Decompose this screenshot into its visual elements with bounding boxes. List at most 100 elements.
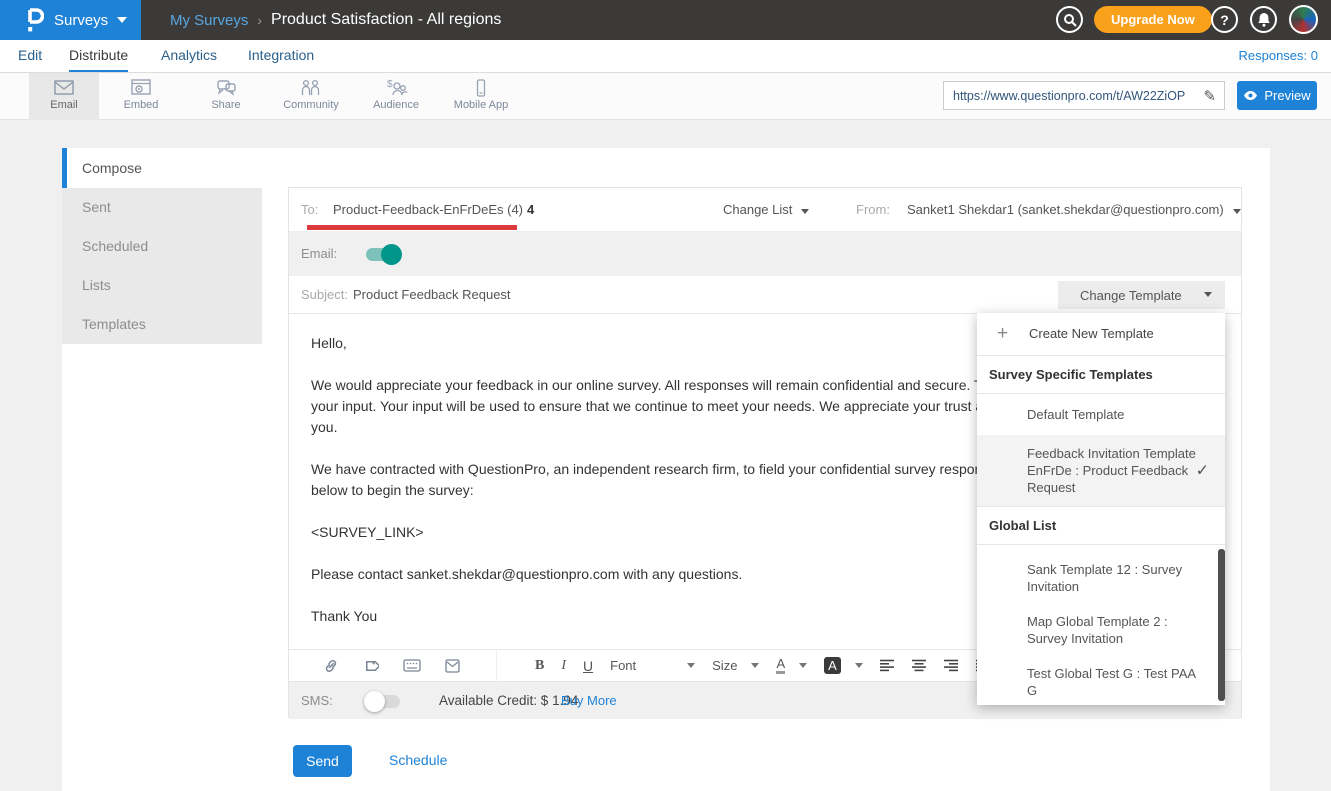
bell-icon [1257,12,1271,27]
channel-label: Audience [373,99,419,111]
sidebar-item-compose[interactable]: Compose [62,148,262,188]
template-item-selected[interactable]: Feedback Invitation Template EnFrDe : Pr… [977,435,1225,506]
preview-button[interactable]: Preview [1237,81,1317,110]
channel-email[interactable]: Email [29,73,99,120]
global-template-list: Sank Template 12 : Survey Invitation Map… [977,545,1225,705]
font-family-dropdown[interactable]: Font [610,658,695,673]
keyboard-icon[interactable] [403,659,421,672]
upgrade-now-button[interactable]: Upgrade Now [1094,6,1212,33]
check-icon: ✓ [1196,462,1209,479]
chevron-down-icon [687,663,695,668]
sms-label: SMS: [301,682,333,720]
svg-text:$: $ [387,79,393,90]
text-color-icon: A [776,657,785,674]
create-new-template-label: Create New Template [1029,313,1154,355]
chevron-down-icon [117,17,127,23]
tab-analytics[interactable]: Analytics [161,40,217,72]
font-size-dropdown[interactable]: Size [712,658,759,673]
survey-tab-bar: Edit Distribute Analytics Integration Re… [0,40,1331,73]
channel-label: Community [283,99,339,111]
chevron-down-icon [1204,292,1212,297]
top-bar: Surveys My Surveys › Product Satisfactio… [0,0,1331,40]
send-button[interactable]: Send [293,745,352,777]
channel-embed[interactable]: Embed [101,73,181,120]
chevron-down-icon [1233,209,1241,214]
background-color-dropdown[interactable]: A [824,657,863,674]
dropdown-scrollbar[interactable] [1218,549,1225,701]
change-template-dropdown: + Create New Template Survey Specific Te… [977,313,1225,705]
recipient-count: 4 [527,202,534,217]
global-list-header: Global List [977,507,1225,544]
change-template-button[interactable]: Change Template [1058,281,1225,309]
insert-tag-icon[interactable] [363,658,379,674]
recipients-row: To: Product-Feedback-EnFrDeEs (4)4 Chang… [289,188,1241,232]
survey-url-box: ✎ [943,81,1225,110]
channel-toolbar: Email Embed Share [0,73,1331,120]
responses-count[interactable]: Responses: 0 [1239,40,1319,72]
email-toggle[interactable] [366,248,400,261]
tab-edit[interactable]: Edit [18,40,42,72]
survey-specific-templates-header: Survey Specific Templates [977,356,1225,393]
email-icon [53,79,75,97]
buy-more-link[interactable]: Buy More [561,682,617,720]
align-left-icon[interactable] [880,659,895,672]
eye-icon [1243,90,1258,101]
background-color-icon: A [824,657,841,674]
avatar[interactable] [1289,5,1318,34]
align-right-icon[interactable] [944,659,959,672]
help-icon: ? [1220,12,1229,28]
insert-email-icon[interactable] [445,659,460,673]
text-color-dropdown[interactable]: A [776,657,807,674]
channel-community[interactable]: Community [271,73,351,120]
available-credit: Available Credit: $ 1.94 [439,682,578,720]
create-new-template-item[interactable]: + Create New Template [977,313,1225,355]
toggle-knob [364,691,385,712]
sidebar-item-scheduled[interactable]: Scheduled [62,227,262,266]
underline-button[interactable]: U [583,658,593,674]
change-list-button[interactable]: Change List [723,188,809,232]
toggle-knob [381,244,402,265]
insert-link-icon[interactable] [323,658,339,674]
template-item[interactable]: Sank Template 12 : Survey Invitation [977,555,1225,607]
survey-url-input[interactable] [944,89,1195,103]
subject-label: Subject: [301,276,348,314]
chevron-down-icon [801,209,809,214]
italic-button[interactable]: I [561,658,566,674]
sms-toggle[interactable] [366,695,400,708]
notifications-button[interactable] [1250,6,1277,33]
template-item-default[interactable]: Default Template [977,394,1225,435]
sidebar-item-templates[interactable]: Templates [62,305,262,344]
channel-mobile-app[interactable]: Mobile App [441,73,521,120]
sidebar-item-lists[interactable]: Lists [62,266,262,305]
edit-url-icon[interactable]: ✎ [1195,87,1224,105]
selected-template-label: Feedback Invitation Template EnFrDe : Pr… [1027,446,1196,495]
chevron-down-icon [799,663,807,668]
search-button[interactable] [1056,6,1083,33]
help-button[interactable]: ? [1211,6,1238,33]
channel-label: Email [50,99,78,111]
schedule-link[interactable]: Schedule [389,752,447,768]
size-label: Size [712,658,737,673]
email-sidebar: Sent Scheduled Lists Templates [62,188,262,344]
from-selector[interactable]: Sanket1 Shekdar1 (sanket.shekdar@questio… [907,188,1241,232]
subject-input[interactable]: Product Feedback Request [353,276,511,314]
tab-integration[interactable]: Integration [248,40,314,72]
audience-icon: $ [384,79,408,97]
email-toggle-label: Email: [301,232,337,276]
chevron-down-icon [855,663,863,668]
channel-audience[interactable]: $ Audience [356,73,436,120]
page: Surveys My Surveys › Product Satisfactio… [0,0,1331,791]
tab-distribute[interactable]: Distribute [69,40,128,72]
template-item[interactable]: Map Global Template 2 : Survey Invitatio… [977,607,1225,659]
breadcrumb-my-surveys[interactable]: My Surveys [170,12,248,29]
format-tools: B I U Font Size A A [497,657,1057,674]
align-center-icon[interactable] [912,659,927,672]
bold-button[interactable]: B [535,658,544,674]
surveys-menu-label: Surveys [54,12,108,29]
mobile-app-icon [470,79,492,97]
breadcrumb-separator: › [257,12,262,28]
channel-share[interactable]: Share [186,73,266,120]
template-item[interactable]: Test Global Test G : Test PAA G [977,659,1225,705]
surveys-menu[interactable]: Surveys [0,0,141,40]
sidebar-item-sent[interactable]: Sent [62,188,262,227]
